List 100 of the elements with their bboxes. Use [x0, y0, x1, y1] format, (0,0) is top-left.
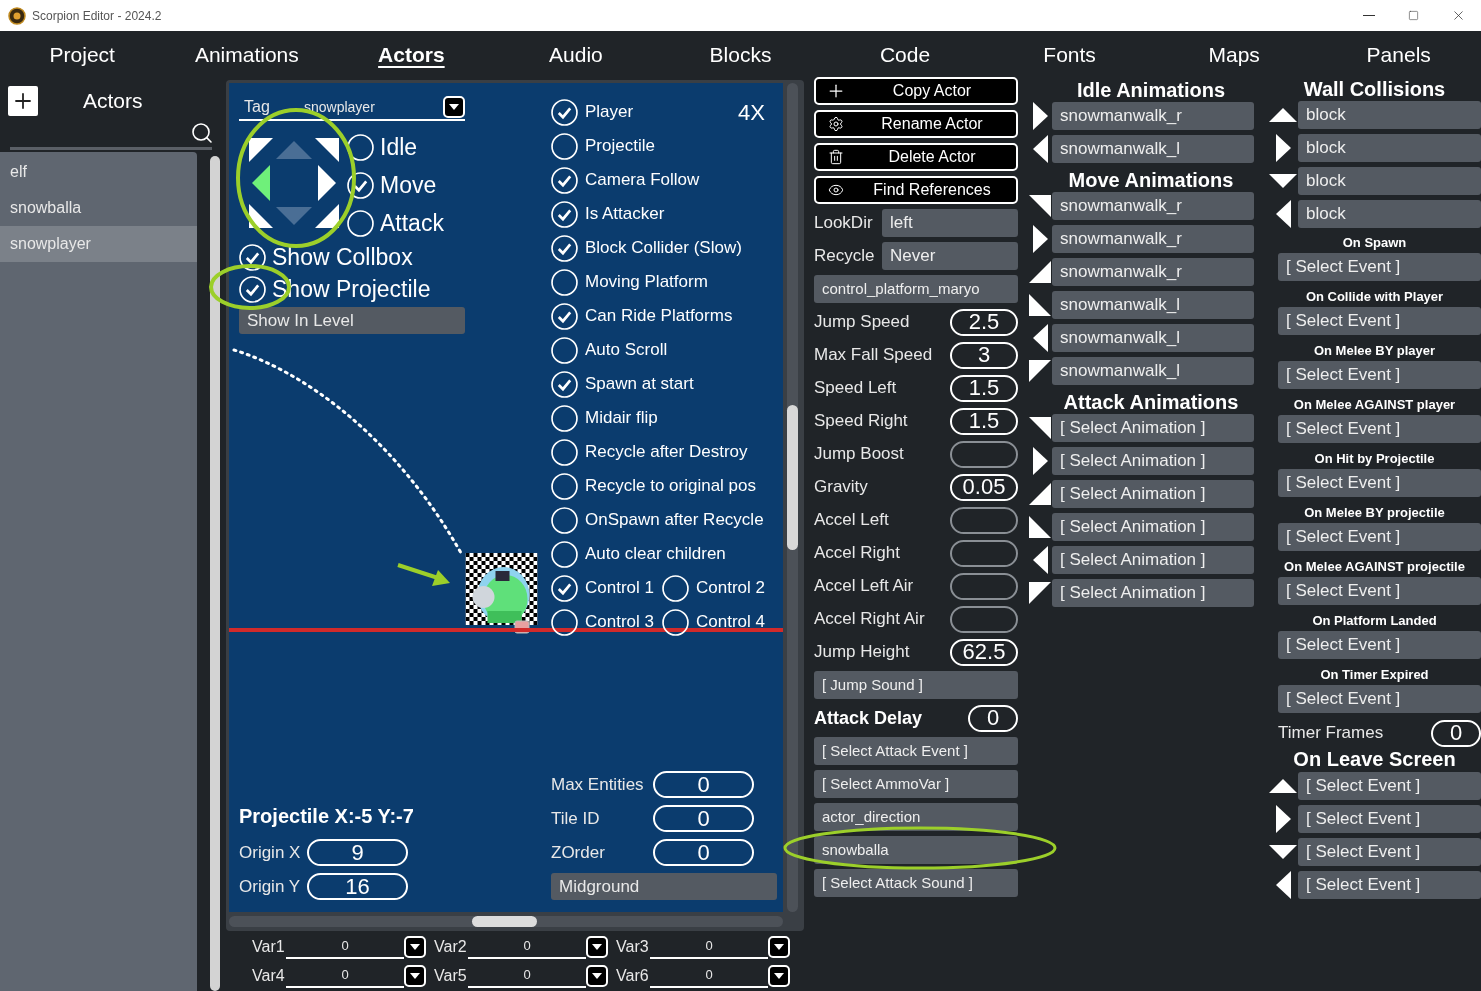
- dropdown-field[interactable]: [ Select Animation ]: [1052, 579, 1254, 607]
- number-field[interactable]: 0.05: [950, 473, 1018, 501]
- triangle-icon[interactable]: [249, 204, 274, 229]
- triangle-icon[interactable]: [317, 165, 336, 201]
- checkbox-icon[interactable]: [551, 472, 578, 500]
- checkbox-icon[interactable]: [551, 370, 578, 398]
- radio-option[interactable]: Idle: [347, 133, 444, 161]
- number-field[interactable]: [950, 605, 1018, 633]
- action-button[interactable]: Rename Actor: [814, 110, 1018, 138]
- checkbox-option[interactable]: Camera Follow: [551, 166, 700, 194]
- checkbox-option[interactable]: Block Collider (Slow): [551, 234, 742, 262]
- checkbox-icon[interactable]: [551, 574, 578, 602]
- number-field[interactable]: 0: [1431, 719, 1481, 747]
- number-field[interactable]: [950, 539, 1018, 567]
- menu-tab[interactable]: Maps: [1208, 38, 1260, 71]
- dropdown-field[interactable]: block: [1298, 101, 1481, 129]
- checkbox-icon[interactable]: [551, 302, 578, 330]
- dropdown-field[interactable]: actor_direction: [814, 803, 1018, 831]
- dropdown-field[interactable]: [ Select Event ]: [1278, 307, 1481, 335]
- dropdown-field[interactable]: [ Select Event ]: [1278, 415, 1481, 443]
- checkbox-icon[interactable]: [551, 336, 578, 364]
- triangle-icon[interactable]: [314, 204, 339, 229]
- dropdown-field[interactable]: snowballa: [814, 836, 1018, 864]
- dropdown-field[interactable]: [ Select Event ]: [1278, 577, 1481, 605]
- dropdown-field[interactable]: Never: [882, 242, 1018, 270]
- dropdown-field[interactable]: [ Select Event ]: [1278, 253, 1481, 281]
- number-field[interactable]: 0: [653, 805, 754, 832]
- dropdown-field[interactable]: [ Select Attack Event ]: [814, 737, 1018, 765]
- checkbox-option[interactable]: Control 3: [551, 608, 654, 636]
- scrollbar-thumb[interactable]: [472, 916, 537, 927]
- radio-icon[interactable]: [347, 171, 374, 199]
- menu-tab[interactable]: Audio: [549, 38, 603, 71]
- dropdown-field[interactable]: [ Select AmmoVar ]: [814, 770, 1018, 798]
- dropdown-field[interactable]: control_platform_maryo: [814, 275, 1018, 303]
- checkbox-icon[interactable]: [551, 98, 578, 126]
- dropdown-field[interactable]: [ Select Animation ]: [1052, 480, 1254, 508]
- number-field[interactable]: 62.5: [950, 638, 1018, 666]
- checkbox-icon[interactable]: [662, 608, 689, 636]
- dropdown-field[interactable]: [ Select Event ]: [1278, 361, 1481, 389]
- dropdown-field[interactable]: [ Select Animation ]: [1052, 546, 1254, 574]
- checkbox-option[interactable]: Can Ride Platforms: [551, 302, 733, 330]
- dropdown-field[interactable]: snowmanwalk_r: [1052, 192, 1254, 220]
- action-button[interactable]: Delete Actor: [814, 143, 1018, 171]
- dropdown-field[interactable]: snowmanwalk_r: [1052, 225, 1254, 253]
- checkbox-icon[interactable]: [551, 608, 578, 636]
- dropdown-field[interactable]: [ Jump Sound ]: [814, 671, 1018, 699]
- dropdown-button[interactable]: [404, 935, 426, 958]
- dropdown-field[interactable]: [ Select Event ]: [1298, 772, 1481, 800]
- triangle-icon[interactable]: [249, 137, 274, 162]
- dropdown-field[interactable]: block: [1298, 200, 1481, 228]
- number-field[interactable]: 2.5: [950, 308, 1018, 336]
- checkbox-icon[interactable]: [239, 243, 266, 271]
- number-field[interactable]: 0: [968, 704, 1018, 732]
- triangle-icon[interactable]: [314, 137, 339, 162]
- tag-value[interactable]: snowplayer: [304, 96, 443, 118]
- checkbox-icon[interactable]: [551, 200, 578, 228]
- menu-tab[interactable]: Actors: [378, 38, 445, 71]
- dropdown-button[interactable]: [768, 935, 790, 958]
- menu-tab[interactable]: Animations: [194, 38, 299, 71]
- action-button[interactable]: Find References: [814, 176, 1018, 204]
- checkbox-icon[interactable]: [662, 574, 689, 602]
- dropdown-field[interactable]: [ Select Event ]: [1298, 805, 1481, 833]
- number-field[interactable]: 9: [307, 839, 408, 866]
- checkbox-option[interactable]: Recycle to original pos: [551, 472, 757, 500]
- radio-icon[interactable]: [347, 209, 374, 237]
- number-field[interactable]: 3: [950, 341, 1018, 369]
- checkbox-option[interactable]: Player: [551, 98, 634, 126]
- dropdown-field[interactable]: [ Select Event ]: [1278, 685, 1481, 713]
- checkbox-option[interactable]: OnSpawn after Recycle: [551, 506, 764, 534]
- checkbox-icon[interactable]: [551, 268, 578, 296]
- checkbox-option[interactable]: Recycle after Destroy: [551, 438, 748, 466]
- actor-list-item[interactable]: elf: [0, 153, 197, 190]
- dropdown-field[interactable]: block: [1298, 134, 1481, 162]
- number-field[interactable]: 16: [307, 873, 408, 900]
- checkbox-icon[interactable]: [551, 404, 578, 432]
- scrollbar-thumb[interactable]: [210, 155, 220, 991]
- scrollbar-thumb[interactable]: [787, 405, 798, 550]
- dropdown-button[interactable]: [443, 96, 465, 118]
- checkbox-icon[interactable]: [551, 132, 578, 160]
- dropdown-field[interactable]: [ Select Animation ]: [1052, 414, 1254, 442]
- radio-option[interactable]: Move: [347, 171, 444, 199]
- checkbox-icon[interactable]: [551, 234, 578, 262]
- checkbox-icon[interactable]: [551, 438, 578, 466]
- menu-tab[interactable]: Panels: [1366, 38, 1431, 71]
- search-icon[interactable]: [190, 120, 214, 145]
- checkbox-option[interactable]: Spawn at start: [551, 370, 694, 398]
- dropdown-button[interactable]: [586, 935, 608, 958]
- checkbox-option[interactable]: Control 1: [551, 574, 654, 602]
- dropdown-button[interactable]: [586, 964, 608, 987]
- checkbox-option[interactable]: Auto Scroll: [551, 336, 668, 364]
- checkbox-icon[interactable]: [551, 166, 578, 194]
- menu-tab[interactable]: Blocks: [709, 38, 772, 71]
- checkbox-option[interactable]: Show Collbox: [239, 241, 551, 273]
- number-field[interactable]: 0: [653, 771, 754, 798]
- number-field[interactable]: 0: [653, 839, 754, 866]
- dropdown-button[interactable]: [768, 964, 790, 987]
- radio-option[interactable]: Attack: [347, 209, 444, 237]
- dropdown-field[interactable]: snowmanwalk_l: [1052, 291, 1254, 319]
- dropdown-field[interactable]: snowmanwalk_r: [1052, 258, 1254, 286]
- actor-list-item[interactable]: snowballa: [0, 189, 197, 226]
